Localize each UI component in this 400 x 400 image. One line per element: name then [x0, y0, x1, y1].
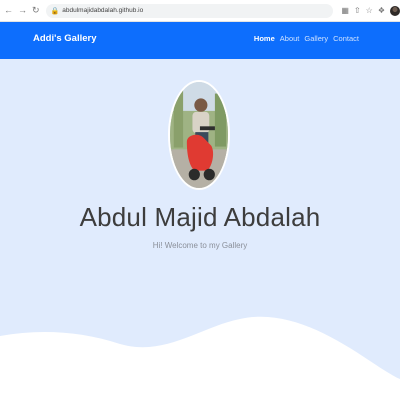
- reload-icon[interactable]: ↻: [32, 6, 40, 15]
- browser-nav-controls: ← → ↻: [0, 6, 40, 15]
- nav-link-contact[interactable]: Contact: [333, 34, 359, 43]
- navbar: Addi's Gallery Home About Gallery Contac…: [0, 22, 400, 59]
- puzzle-icon[interactable]: ❖: [378, 6, 385, 15]
- nav-links: Home About Gallery Contact: [254, 34, 359, 43]
- address-url: abdulmajidabdalah.github.io: [62, 7, 144, 14]
- address-bar[interactable]: 🔒 abdulmajidabdalah.github.io: [45, 3, 334, 18]
- hero-tagline: Hi! Welcome to my Gallery: [152, 241, 248, 250]
- star-icon[interactable]: ☆: [366, 6, 373, 15]
- translate-icon[interactable]: ▦: [341, 6, 349, 15]
- hero-section: Abdul Majid Abdalah Hi! Welcome to my Ga…: [0, 59, 400, 400]
- forward-icon[interactable]: →: [18, 6, 27, 15]
- profile-avatar[interactable]: [390, 5, 400, 16]
- nav-link-gallery[interactable]: Gallery: [304, 34, 328, 43]
- hero-name: Abdul Majid Abdalah: [79, 202, 321, 232]
- back-icon[interactable]: ←: [4, 6, 13, 15]
- nav-link-about[interactable]: About: [280, 34, 300, 43]
- browser-extensions: ▦ ⇧ ☆ ❖: [341, 5, 400, 16]
- navbar-brand[interactable]: Addi's Gallery: [33, 33, 97, 44]
- profile-photo: [168, 80, 230, 190]
- nav-link-home[interactable]: Home: [254, 34, 275, 43]
- lock-icon: 🔒: [50, 7, 60, 15]
- share-icon[interactable]: ⇧: [354, 6, 361, 15]
- browser-toolbar: ← → ↻ 🔒 abdulmajidabdalah.github.io ▦ ⇧ …: [0, 0, 400, 22]
